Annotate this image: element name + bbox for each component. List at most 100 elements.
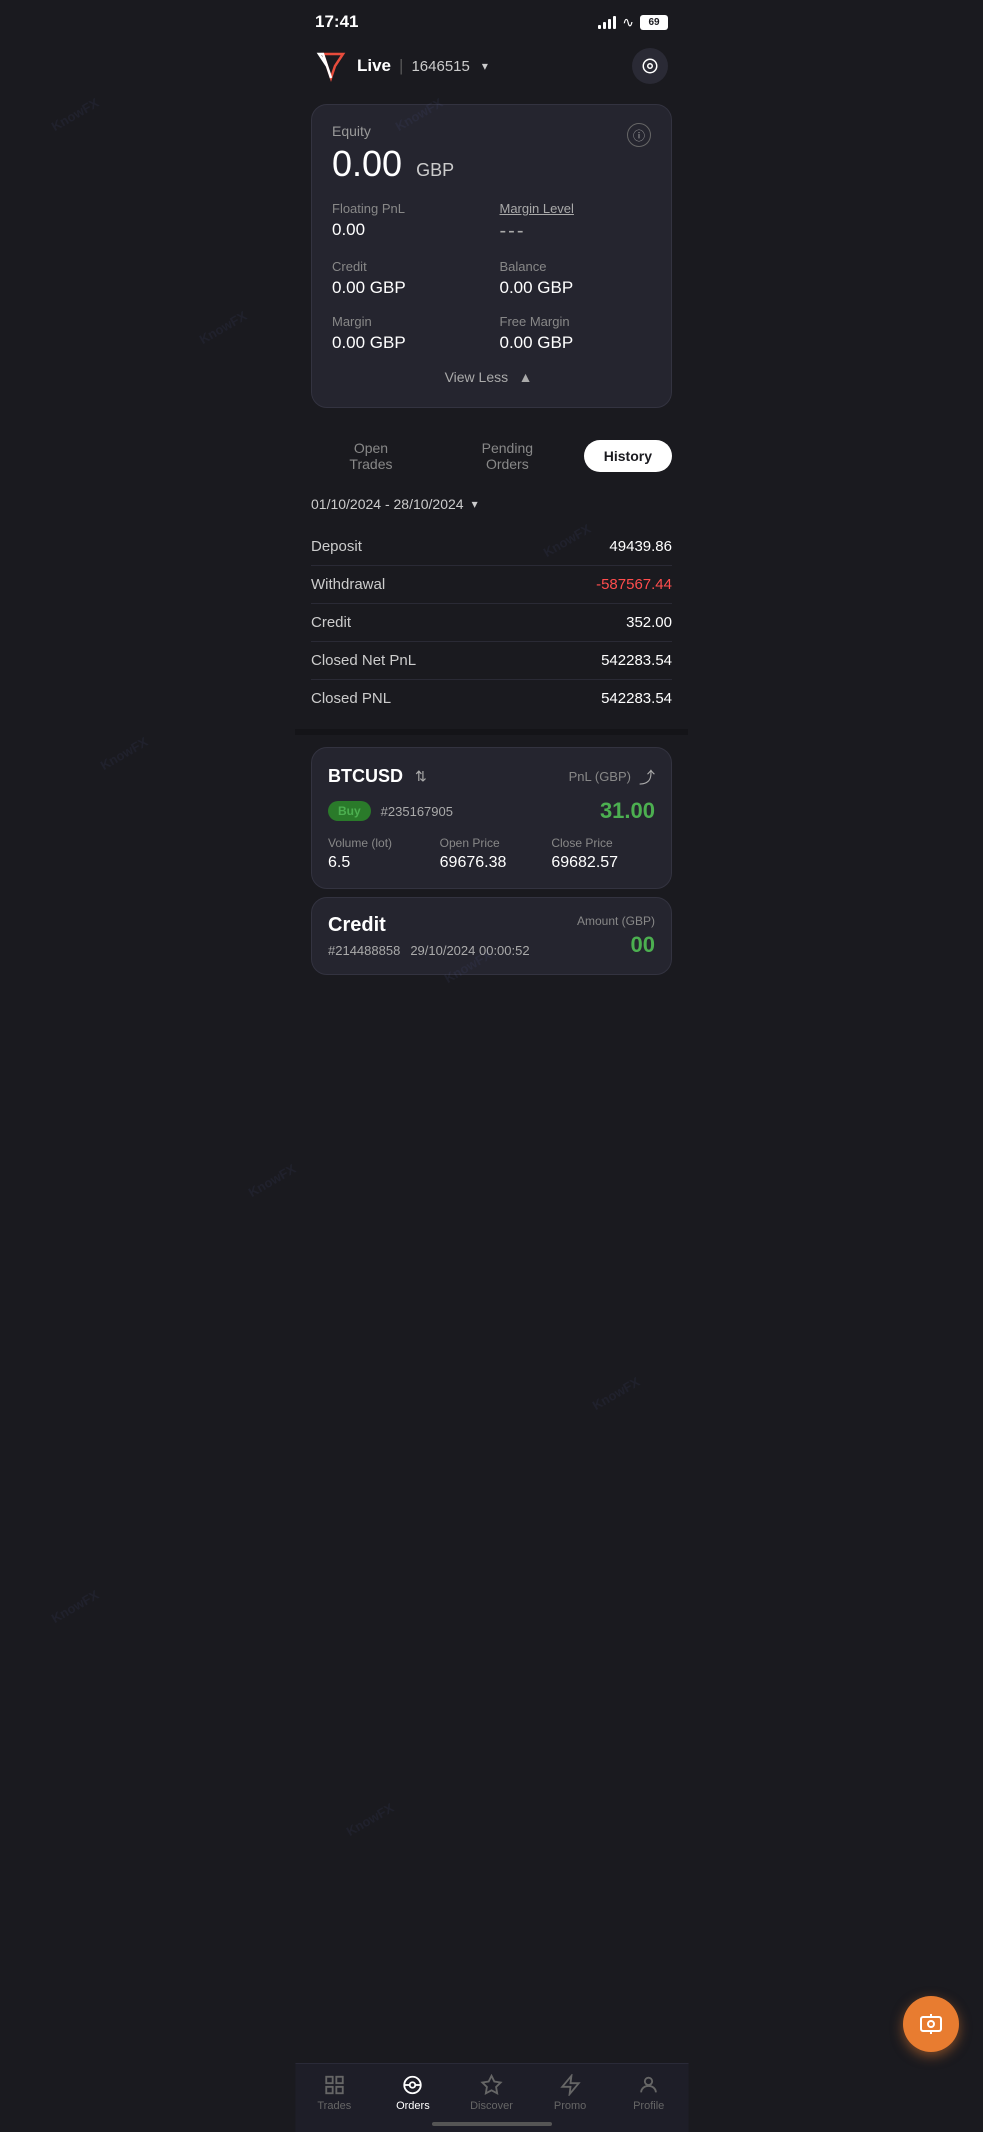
- live-badge[interactable]: Live | 1646515 ▾: [357, 56, 488, 76]
- equity-label: Equity: [332, 123, 454, 139]
- home-indicator: [432, 2122, 552, 2126]
- signal-bars-icon: [598, 15, 616, 29]
- share-icon[interactable]: ⤴: [639, 764, 655, 788]
- history-row-closed-pnl: Closed PNL 542283.54: [311, 680, 672, 717]
- history-stats: Deposit 49439.86 Withdrawal -587567.44 C…: [295, 528, 688, 717]
- status-time: 17:41: [315, 12, 358, 32]
- equity-card: Equity 0.00 GBP ⓘ Floating PnL 0.00 Marg…: [311, 104, 672, 408]
- free-margin-item: Free Margin 0.00 GBP: [500, 314, 652, 353]
- nav-item-trades[interactable]: Trades: [304, 2074, 364, 2112]
- balance-value: 0.00 GBP: [500, 278, 652, 298]
- trade-card-header: BTCUSD ⇅ PnL (GBP) ⤴: [328, 764, 655, 788]
- deposit-value: 49439.86: [609, 538, 672, 555]
- volume-value: 6.5: [328, 854, 432, 872]
- order-id: #235167905: [381, 804, 453, 819]
- date-range-text: 01/10/2024 - 28/10/2024: [311, 496, 464, 512]
- trade-details-row: Volume (lot) 6.5 Open Price 69676.38 Clo…: [328, 836, 655, 872]
- close-price-value: 69682.57: [551, 854, 655, 872]
- balance-label: Balance: [500, 259, 652, 274]
- chevron-up-icon: ▲: [519, 369, 533, 385]
- orders-icon: [402, 2074, 424, 2096]
- status-icons: ∿ 69: [598, 14, 668, 31]
- close-price-label: Close Price: [551, 836, 655, 850]
- credit-date: 29/10/2024 00:00:52: [410, 943, 529, 958]
- tab-history[interactable]: History: [584, 440, 672, 472]
- view-less-button[interactable]: View Less ▲: [332, 357, 651, 391]
- status-bar: 17:41 ∿ 69: [295, 0, 688, 40]
- margin-item: Margin 0.00 GBP: [332, 314, 484, 353]
- amount-label: Amount (GBP): [577, 914, 655, 928]
- buy-badge: Buy: [328, 801, 371, 821]
- withdrawal-label: Withdrawal: [311, 576, 385, 593]
- open-price-item: Open Price 69676.38: [440, 836, 544, 872]
- discover-icon: [480, 2074, 502, 2096]
- pnl-value: 31.00: [600, 798, 655, 824]
- equity-header: Equity 0.00 GBP ⓘ: [332, 123, 651, 201]
- credit-title: Credit: [328, 914, 530, 937]
- nav-label-orders: Orders: [396, 2100, 430, 2112]
- closed-pnl-label: Closed PNL: [311, 690, 391, 707]
- nav-label-trades: Trades: [317, 2100, 351, 2112]
- fab-button[interactable]: [903, 1996, 959, 2052]
- credit-id: #214488858: [328, 943, 400, 958]
- closed-net-pnl-value: 542283.54: [601, 652, 672, 669]
- tabs-row: Open Trades Pending Orders History: [295, 416, 688, 492]
- wifi-icon: ∿: [622, 14, 634, 31]
- settings-button[interactable]: [632, 48, 668, 84]
- margin-level-value: ---: [500, 220, 652, 243]
- nav-label-promo: Promo: [554, 2100, 586, 2112]
- open-price-value: 69676.38: [440, 854, 544, 872]
- tab-pending-orders[interactable]: Pending Orders: [439, 432, 576, 480]
- date-range-picker[interactable]: 01/10/2024 - 28/10/2024 ▾: [295, 492, 688, 528]
- volume-label: Volume (lot): [328, 836, 432, 850]
- pnl-section: PnL (GBP) ⤴: [569, 764, 655, 788]
- trades-icon: [323, 2074, 345, 2096]
- history-row-credit: Credit 352.00: [311, 604, 672, 642]
- history-credit-value: 352.00: [626, 614, 672, 631]
- trade-row-2: Buy #235167905 31.00: [328, 798, 655, 824]
- balance-item: Balance 0.00 GBP: [500, 259, 652, 298]
- credit-card: Credit #214488858 29/10/2024 00:00:52 Am…: [311, 897, 672, 975]
- margin-level-label[interactable]: Margin Level: [500, 201, 652, 216]
- promo-icon: [559, 2074, 581, 2096]
- nav-item-orders[interactable]: Orders: [383, 2074, 443, 2112]
- bottom-spacer: [295, 983, 688, 1083]
- withdrawal-value: -587567.44: [596, 576, 672, 593]
- tab-open-trades[interactable]: Open Trades: [311, 432, 431, 480]
- swap-icon: ⇅: [415, 768, 427, 785]
- deposit-icon: [919, 2012, 943, 2036]
- pnl-label: PnL (GBP): [569, 769, 631, 784]
- free-margin-label: Free Margin: [500, 314, 652, 329]
- floating-pnl-item: Floating PnL 0.00: [332, 201, 484, 243]
- floating-pnl-label: Floating PnL: [332, 201, 484, 216]
- divider: |: [399, 56, 403, 76]
- credit-card-header: Credit #214488858 29/10/2024 00:00:52 Am…: [328, 914, 655, 958]
- nav-label-profile: Profile: [633, 2100, 664, 2112]
- camera-icon: [641, 57, 659, 75]
- credit-amount: 00: [577, 932, 655, 958]
- free-margin-value: 0.00 GBP: [500, 333, 652, 353]
- chevron-down-icon: ▾: [482, 59, 488, 73]
- section-divider: [295, 729, 688, 735]
- closed-net-pnl-label: Closed Net PnL: [311, 652, 416, 669]
- info-icon[interactable]: ⓘ: [627, 123, 651, 147]
- nav-item-profile[interactable]: Profile: [619, 2074, 679, 2112]
- history-credit-label: Credit: [311, 614, 351, 631]
- margin-label: Margin: [332, 314, 484, 329]
- history-row-closed-net-pnl: Closed Net PnL 542283.54: [311, 642, 672, 680]
- stats-grid: Floating PnL 0.00 Margin Level --- Credi…: [332, 201, 651, 353]
- margin-value: 0.00 GBP: [332, 333, 484, 353]
- history-row-withdrawal: Withdrawal -587567.44: [311, 566, 672, 604]
- equity-value: 0.00 GBP: [332, 143, 454, 185]
- credit-item: Credit 0.00 GBP: [332, 259, 484, 298]
- header-left: Live | 1646515 ▾: [315, 50, 488, 82]
- margin-level-item: Margin Level ---: [500, 201, 652, 243]
- nav-item-discover[interactable]: Discover: [461, 2074, 521, 2112]
- btcusd-trade-card: BTCUSD ⇅ PnL (GBP) ⤴ Buy #235167905 31.0…: [311, 747, 672, 889]
- volume-item: Volume (lot) 6.5: [328, 836, 432, 872]
- closed-pnl-value: 542283.54: [601, 690, 672, 707]
- floating-pnl-value: 0.00: [332, 220, 484, 240]
- credit-label: Credit: [332, 259, 484, 274]
- nav-item-promo[interactable]: Promo: [540, 2074, 600, 2112]
- open-price-label: Open Price: [440, 836, 544, 850]
